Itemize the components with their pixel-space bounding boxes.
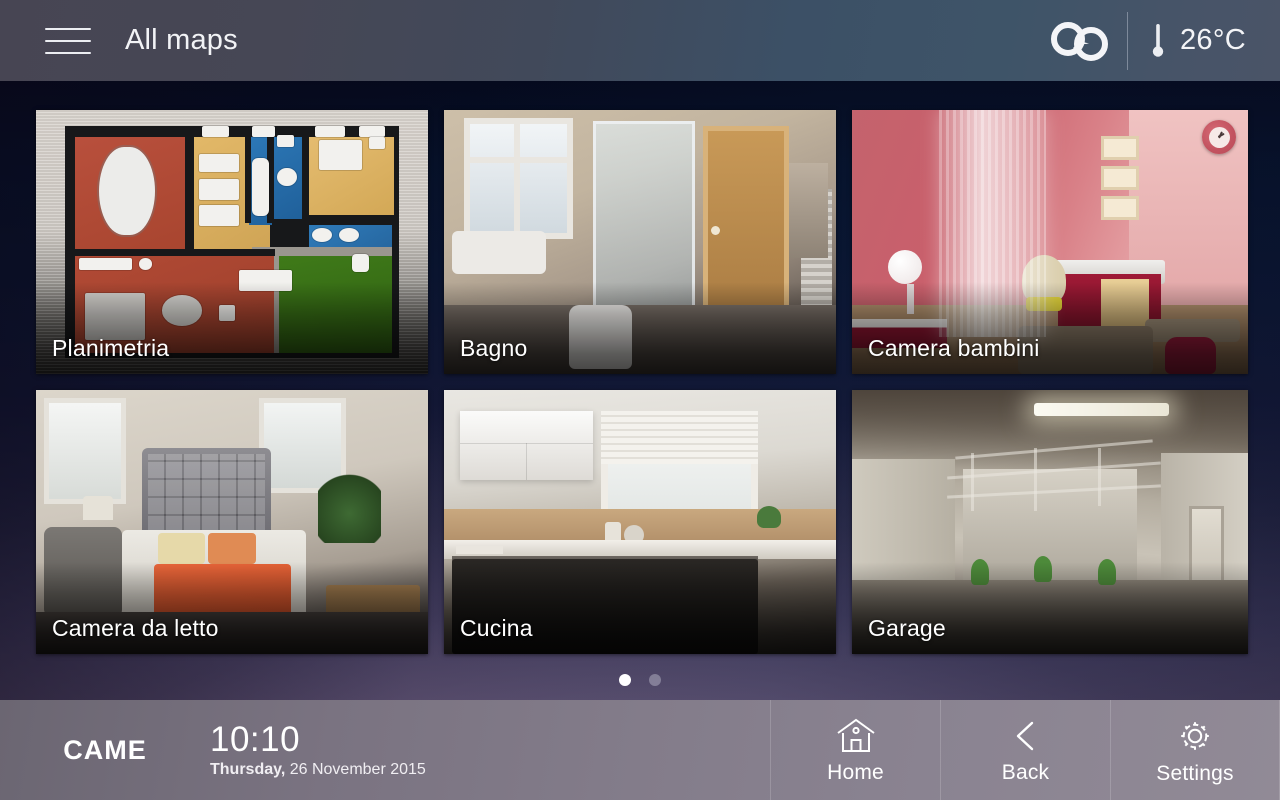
clock-badge-icon[interactable] — [1202, 120, 1236, 154]
bottom-nav-group: Home Back Settings — [770, 700, 1280, 800]
map-card-planimetria[interactable]: Planimetria — [36, 110, 428, 374]
bottom-bar: CAME 10:10 Thursday, 26 November 2015 Ho… — [0, 700, 1280, 800]
home-button[interactable]: Home — [770, 700, 940, 800]
top-header-bar: All maps 26°C — [0, 0, 1280, 81]
back-button-label: Back — [1001, 760, 1050, 784]
hamburger-menu-icon[interactable] — [45, 24, 91, 58]
clock-widget: 10:10 Thursday, 26 November 2015 — [210, 700, 426, 800]
clock-weekday: Thursday, — [210, 761, 286, 779]
hamburger-line — [45, 27, 91, 30]
hamburger-line — [45, 51, 91, 54]
home-button-label: Home — [827, 760, 884, 784]
pagination-dot-2[interactable] — [649, 674, 661, 686]
map-card-label: Cucina — [460, 615, 533, 641]
header-right-group: 26°C — [1031, 0, 1280, 81]
clock-date-rest: 26 November 2015 — [285, 761, 426, 779]
weather-clouds-icon[interactable] — [1031, 0, 1127, 81]
maps-grid: Planimetria Bagno Camera bambini Camera … — [36, 110, 1248, 654]
clock-time: 10:10 — [210, 719, 301, 759]
settings-button[interactable]: Settings — [1110, 700, 1280, 800]
clock-date: Thursday, 26 November 2015 — [210, 761, 426, 779]
maps-content-area: Planimetria Bagno Camera bambini Camera … — [0, 81, 1280, 700]
pagination-dot-1[interactable] — [619, 674, 631, 686]
map-card-bagno[interactable]: Bagno — [444, 110, 836, 374]
map-card-cucina[interactable]: Cucina — [444, 390, 836, 654]
temperature-value: 26°C — [1180, 24, 1246, 56]
map-card-garage[interactable]: Garage — [852, 390, 1248, 654]
map-card-camera-bambini[interactable]: Camera bambini — [852, 110, 1248, 374]
map-card-label: Camera da letto — [52, 615, 219, 641]
page-title: All maps — [125, 24, 238, 56]
home-icon — [836, 718, 875, 752]
map-card-label: Garage — [868, 615, 946, 641]
map-card-label: Bagno — [460, 335, 528, 361]
hamburger-line — [45, 39, 91, 42]
pagination-dots — [0, 674, 1280, 686]
temperature-display[interactable]: 26°C — [1128, 0, 1280, 81]
brand-logo: CAME — [63, 734, 147, 765]
app-screen: All maps 26°C Planimetria Bagno Camera b… — [0, 0, 1280, 800]
map-card-label: Camera bambini — [868, 335, 1040, 361]
chevron-left-icon — [1016, 721, 1033, 750]
gear-icon — [1181, 721, 1209, 750]
thermometer-icon — [1152, 23, 1164, 57]
map-card-label: Planimetria — [52, 335, 170, 361]
map-card-camera-da-letto[interactable]: Camera da letto — [36, 390, 428, 654]
settings-button-label: Settings — [1156, 761, 1234, 785]
back-button[interactable]: Back — [940, 700, 1110, 800]
